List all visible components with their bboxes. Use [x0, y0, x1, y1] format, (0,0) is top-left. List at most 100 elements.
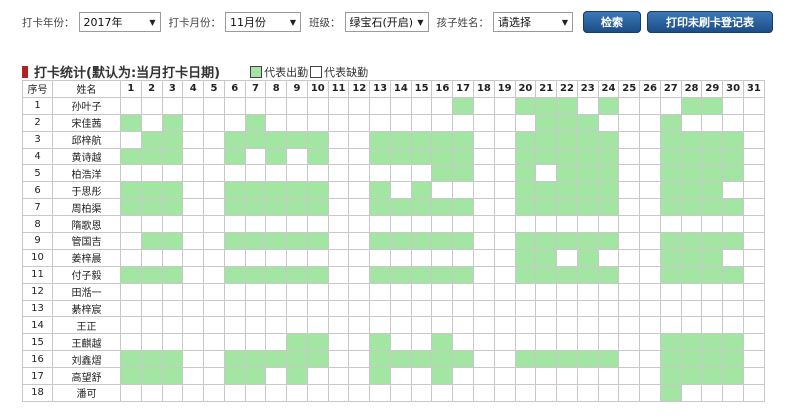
- attendance-cell-present: [140, 232, 163, 250]
- attendance-cell-present: [556, 164, 578, 183]
- attendance-cell-present: [161, 130, 184, 149]
- attendance-cell-present: [576, 198, 599, 217]
- attendance-cell-absent: [203, 350, 225, 369]
- attendance-cell-present: [576, 350, 599, 369]
- print-unswiped-button[interactable]: 打印未刷卡登记表: [647, 11, 773, 33]
- attendance-cell-absent: [327, 350, 350, 369]
- attendance-cell-absent: [452, 113, 475, 132]
- attendance-cell-present: [597, 198, 620, 217]
- attendance-cell-present: [722, 367, 744, 386]
- attendance-cell-present: [244, 367, 267, 386]
- attendance-cell-absent: [514, 282, 537, 301]
- table-row: 16 刘鑫熠: [22, 350, 765, 369]
- attendance-cell-present: [244, 265, 267, 284]
- attendance-cell-absent: [389, 316, 412, 335]
- attendance-cell-absent: [161, 316, 184, 335]
- attendance-cell-present: [223, 265, 246, 284]
- row-seq: 14: [22, 316, 53, 335]
- attendance-cell-absent: [161, 333, 184, 352]
- student-name: 隋歌恩: [52, 215, 121, 234]
- attendance-cell-present: [306, 181, 329, 200]
- attendance-cell-present: [140, 181, 163, 200]
- attendance-cell-absent: [244, 282, 267, 301]
- attendance-cell-absent: [680, 282, 703, 301]
- attendance-cell-absent: [742, 350, 765, 369]
- attendance-cell-absent: [639, 265, 661, 284]
- attendance-cell-absent: [639, 96, 661, 115]
- class-label: 班级：: [309, 16, 341, 29]
- attendance-cell-present: [286, 350, 308, 369]
- attendance-cell-absent: [161, 96, 184, 115]
- attendance-cell-present: [535, 181, 558, 200]
- attendance-cell-present: [680, 248, 703, 267]
- attendance-cell-present: [161, 265, 184, 284]
- attendance-cell-absent: [389, 384, 412, 402]
- attendance-cell-absent: [410, 333, 433, 352]
- attendance-cell-present: [265, 232, 288, 250]
- attendance-cell-absent: [223, 299, 246, 318]
- attendance-cell-absent: [659, 96, 682, 115]
- attendance-cell-absent: [597, 215, 620, 234]
- attendance-cell-present: [659, 350, 682, 369]
- attendance-cell-absent: [473, 130, 495, 149]
- child-select[interactable]: 请选择 ▼: [493, 12, 573, 32]
- class-select[interactable]: 绿宝石(开启) ▼: [344, 12, 429, 32]
- attendance-cell-absent: [140, 215, 163, 234]
- name-header: 姓名: [52, 80, 121, 98]
- attendance-cell-absent: [431, 248, 454, 267]
- attendance-cell-absent: [182, 265, 205, 284]
- attendance-cell-present: [659, 384, 682, 402]
- attendance-cell-present: [286, 198, 308, 217]
- attendance-cell-present: [556, 96, 578, 115]
- attendance-cell-absent: [514, 215, 537, 234]
- attendance-cell-present: [410, 265, 433, 284]
- attendance-cell-absent: [701, 316, 724, 335]
- attendance-cell-present: [431, 333, 454, 352]
- attendance-cell-present: [431, 265, 454, 284]
- attendance-cell-absent: [140, 316, 163, 335]
- attendance-cell-present: [722, 130, 744, 149]
- attendance-cell-absent: [742, 299, 765, 318]
- attendance-cell-absent: [306, 316, 329, 335]
- attendance-cell-absent: [473, 384, 495, 402]
- attendance-cell-absent: [203, 299, 225, 318]
- attendance-cell-absent: [203, 147, 225, 166]
- attendance-cell-absent: [639, 232, 661, 250]
- student-name: 王麒越: [52, 333, 121, 352]
- attendance-cell-absent: [493, 164, 516, 183]
- attendance-cell-present: [701, 181, 724, 200]
- attendance-cell-present: [576, 232, 599, 250]
- month-select[interactable]: 11月份 ▼: [225, 12, 301, 32]
- dropdown-arrow-icon: ▼: [149, 17, 156, 27]
- attendance-cell-absent: [514, 384, 537, 402]
- attendance-cell-absent: [722, 96, 744, 115]
- year-select[interactable]: 2017年 ▼: [78, 12, 161, 32]
- attendance-cell-absent: [701, 113, 724, 132]
- table-row: 14 王正: [22, 316, 765, 335]
- attendance-cell-absent: [286, 96, 308, 115]
- attendance-cell-present: [452, 164, 475, 183]
- month-select-value: 11月份: [230, 16, 266, 29]
- table-row: 2 宋佳茜: [22, 113, 765, 132]
- attendance-cell-absent: [140, 113, 163, 132]
- attendance-cell-absent: [556, 333, 578, 352]
- attendance-cell-absent: [203, 232, 225, 250]
- attendance-cell-absent: [327, 96, 350, 115]
- attendance-cell-present: [369, 367, 391, 386]
- attendance-cell-absent: [618, 215, 641, 234]
- attendance-cell-absent: [223, 282, 246, 301]
- student-name: 周柏渠: [52, 198, 121, 217]
- day-header: 12: [348, 80, 371, 98]
- attendance-cell-absent: [431, 96, 454, 115]
- attendance-cell-absent: [348, 265, 371, 284]
- attendance-cell-present: [576, 113, 599, 132]
- attendance-cell-present: [556, 113, 578, 132]
- attendance-cell-absent: [348, 198, 371, 217]
- attendance-cell-absent: [452, 248, 475, 267]
- attendance-cell-absent: [473, 215, 495, 234]
- row-seq: 7: [22, 198, 53, 217]
- attendance-cell-absent: [618, 248, 641, 267]
- search-button[interactable]: 检索: [583, 11, 641, 33]
- attendance-cell-present: [452, 350, 475, 369]
- attendance-cell-absent: [473, 147, 495, 166]
